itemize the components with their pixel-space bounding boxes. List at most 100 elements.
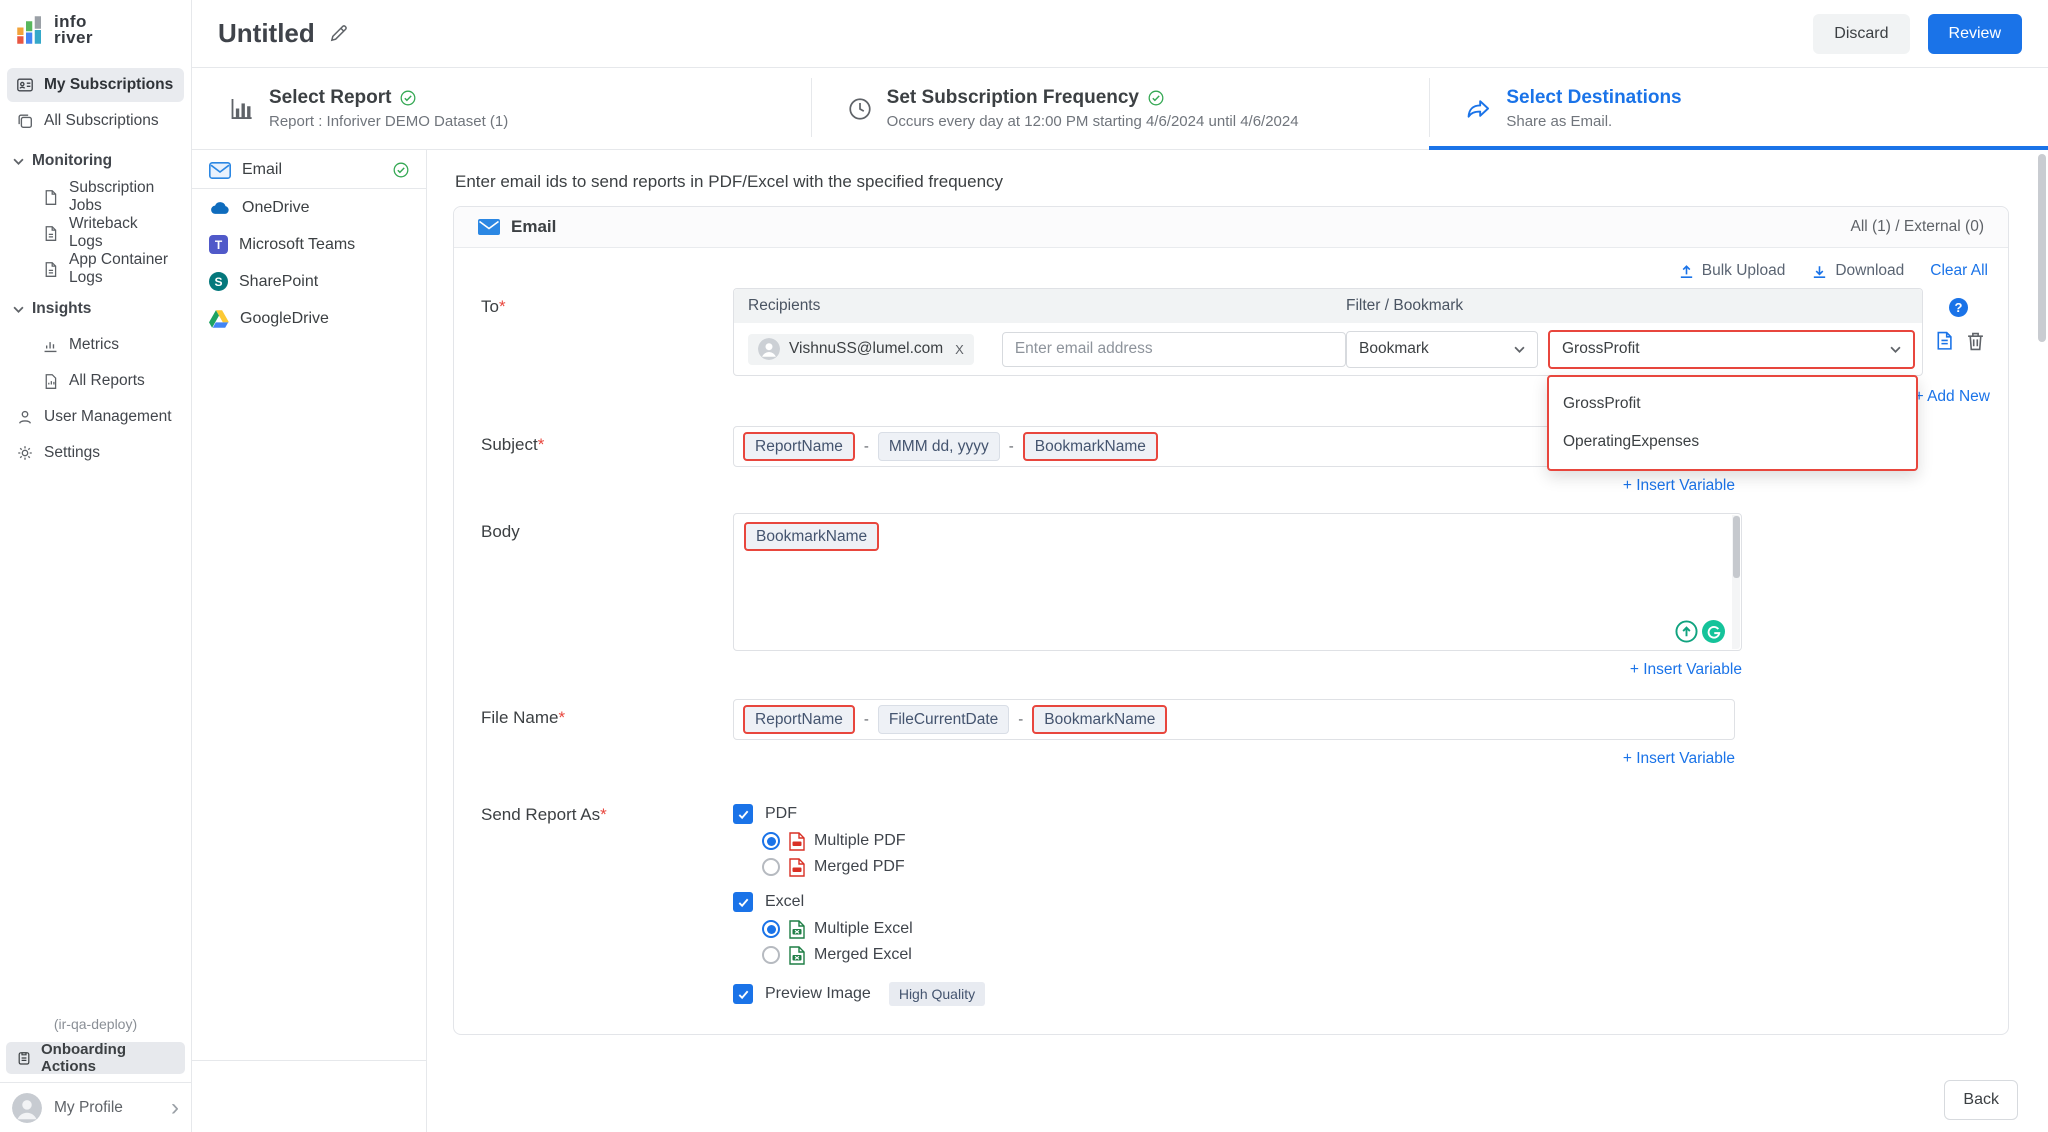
sidebar-item-user-management[interactable]: User Management — [7, 400, 184, 434]
variable-chip-reportname[interactable]: ReportName — [743, 705, 855, 734]
grammarly-icon[interactable] — [1702, 620, 1725, 643]
step-select-destinations[interactable]: Select Destinations Share as Email. — [1429, 68, 2048, 149]
variable-chip-bookmarkname[interactable]: BookmarkName — [1032, 705, 1167, 734]
svg-text:S: S — [214, 275, 222, 289]
help-icon[interactable]: ? — [1949, 298, 1968, 317]
destination-microsoft-teams[interactable]: T Microsoft Teams — [192, 226, 426, 263]
back-button[interactable]: Back — [1944, 1080, 2018, 1120]
multiple-excel-radio[interactable] — [762, 920, 780, 938]
pdf-file-icon — [789, 832, 805, 851]
step-text: Set Subscription Frequency Occurs every … — [887, 87, 1299, 130]
variable-chip-reportname[interactable]: ReportName — [743, 432, 855, 461]
page-scrollbar[interactable] — [2038, 154, 2046, 342]
variable-chip-date[interactable]: MMM dd, yyyy — [878, 432, 1000, 461]
sidebar-section-insights[interactable]: Insights — [0, 292, 191, 326]
merged-pdf-radio[interactable] — [762, 858, 780, 876]
copy-to-all-icon[interactable] — [1933, 331, 1952, 352]
destination-sharepoint[interactable]: S SharePoint — [192, 263, 426, 300]
destination-label: OneDrive — [242, 199, 310, 217]
body-scrollbar[interactable] — [1733, 516, 1740, 578]
destination-email[interactable]: Email — [192, 152, 426, 189]
googledrive-icon — [209, 310, 229, 328]
send-as-label: Send Report As* — [481, 796, 733, 1008]
onboarding-actions-button[interactable]: Onboarding Actions — [6, 1042, 185, 1074]
sidebar-item-metrics[interactable]: Metrics — [33, 328, 184, 362]
merged-excel-row: Merged Excel — [762, 942, 985, 968]
bookmark-select[interactable]: GrossProfit — [1548, 330, 1915, 369]
upload-icon — [1678, 263, 1695, 280]
insert-variable-subject-button[interactable]: + Insert Variable — [1623, 477, 1735, 494]
variable-chip-bookmarkname[interactable]: BookmarkName — [744, 522, 879, 551]
variable-chip-bookmarkname[interactable]: BookmarkName — [1023, 432, 1158, 461]
sidebar-item-all-reports[interactable]: All Reports — [33, 364, 184, 398]
delete-row-icon[interactable] — [1967, 332, 1984, 351]
bookmark-option-grossprofit[interactable]: GrossProfit — [1549, 385, 1916, 423]
user-icon — [16, 408, 34, 426]
step-text: Select Report Report : Inforiver DEMO Da… — [269, 87, 508, 130]
review-button[interactable]: Review — [1928, 14, 2022, 54]
sidebar-item-subscription-jobs[interactable]: Subscription Jobs — [33, 180, 184, 214]
multiple-excel-label: Multiple Excel — [814, 920, 913, 938]
document-icon — [42, 189, 59, 206]
form-intro: Enter email ids to send reports in PDF/E… — [455, 172, 2012, 192]
subject-label-text: Subject — [481, 435, 538, 454]
sidebar-item-my-subscriptions[interactable]: My Subscriptions — [7, 68, 184, 102]
merged-excel-radio[interactable] — [762, 946, 780, 964]
remove-recipient-button[interactable]: X — [955, 342, 964, 357]
card-header: Email All (1) / External (0) — [454, 207, 2008, 248]
preview-image-checkbox[interactable] — [733, 984, 753, 1004]
clear-all-button[interactable]: Clear All — [1930, 262, 1988, 280]
excel-checkbox[interactable] — [733, 892, 753, 912]
pdf-label: PDF — [765, 805, 797, 823]
destination-label: SharePoint — [239, 273, 318, 291]
step-set-frequency[interactable]: Set Subscription Frequency Occurs every … — [811, 68, 1430, 149]
filter-type-value: Bookmark — [1359, 340, 1429, 358]
download-icon — [1811, 263, 1828, 280]
bulk-upload-button[interactable]: Bulk Upload — [1678, 262, 1786, 280]
my-profile-button[interactable]: My Profile › — [0, 1082, 191, 1132]
sidebar-item-label: User Management — [44, 408, 172, 426]
sidebar-item-settings[interactable]: Settings — [7, 436, 184, 470]
page-title: Untitled — [218, 18, 315, 49]
chip-separator: - — [864, 438, 869, 455]
sidebar-footer: (ir-qa-deploy) Onboarding Actions My Pro… — [0, 1016, 191, 1132]
bookmark-selected-value: GrossProfit — [1562, 340, 1640, 358]
multiple-pdf-radio[interactable] — [762, 832, 780, 850]
destination-googledrive[interactable]: GoogleDrive — [192, 300, 426, 337]
destination-onedrive[interactable]: OneDrive — [192, 189, 426, 226]
step-select-report[interactable]: Select Report Report : Inforiver DEMO Da… — [192, 68, 811, 149]
filename-field[interactable]: ReportName - FileCurrentDate - BookmarkN… — [733, 699, 1735, 740]
sidebar-section-monitoring[interactable]: Monitoring — [0, 144, 191, 178]
destination-label: GoogleDrive — [240, 310, 329, 328]
grammarly-arrow-icon[interactable] — [1675, 620, 1698, 643]
bookmark-option-operatingexpenses[interactable]: OperatingExpenses — [1549, 423, 1916, 461]
insert-variable-body-button[interactable]: + Insert Variable — [1630, 661, 1742, 678]
sidebar-item-label: Settings — [44, 444, 100, 462]
pdf-file-icon — [789, 858, 805, 877]
app-logo: info river — [0, 14, 191, 46]
metrics-icon — [42, 337, 59, 354]
step-subtitle: Share as Email. — [1506, 113, 1681, 130]
email-input[interactable] — [1002, 332, 1346, 367]
variable-chip-filecurrentdate[interactable]: FileCurrentDate — [878, 705, 1009, 734]
sidebar-item-all-subscriptions[interactable]: All Subscriptions — [7, 104, 184, 138]
add-new-recipient-button[interactable]: + Add New — [1915, 388, 1990, 410]
excel-label: Excel — [765, 893, 804, 911]
edit-title-icon[interactable] — [329, 24, 348, 43]
merged-pdf-row: Merged PDF — [762, 854, 985, 880]
discard-button[interactable]: Discard — [1813, 14, 1909, 54]
pdf-checkbox[interactable] — [733, 804, 753, 824]
card-body: Bulk Upload Download Clear All To* — [454, 248, 2008, 1034]
sidebar-item-app-container-logs[interactable]: App Container Logs — [33, 252, 184, 286]
filter-column-header: Filter / Bookmark — [1346, 297, 1463, 315]
download-button[interactable]: Download — [1811, 262, 1904, 280]
email-destination-card: Email All (1) / External (0) Bulk Upload — [453, 206, 2009, 1035]
sidebar-item-writeback-logs[interactable]: Writeback Logs — [33, 216, 184, 250]
body-field[interactable]: BookmarkName — [733, 513, 1742, 651]
wizard-steps: Select Report Report : Inforiver DEMO Da… — [192, 68, 2048, 150]
main-sidebar: info river My Subscriptions All Subscrip… — [0, 0, 192, 1132]
sidebar-item-label: Metrics — [69, 336, 119, 354]
filter-type-select[interactable]: Bookmark — [1346, 331, 1538, 368]
recipient-chip[interactable]: VishnuSS@lumel.com X — [748, 334, 974, 365]
insert-variable-filename-button[interactable]: + Insert Variable — [1623, 750, 1735, 767]
